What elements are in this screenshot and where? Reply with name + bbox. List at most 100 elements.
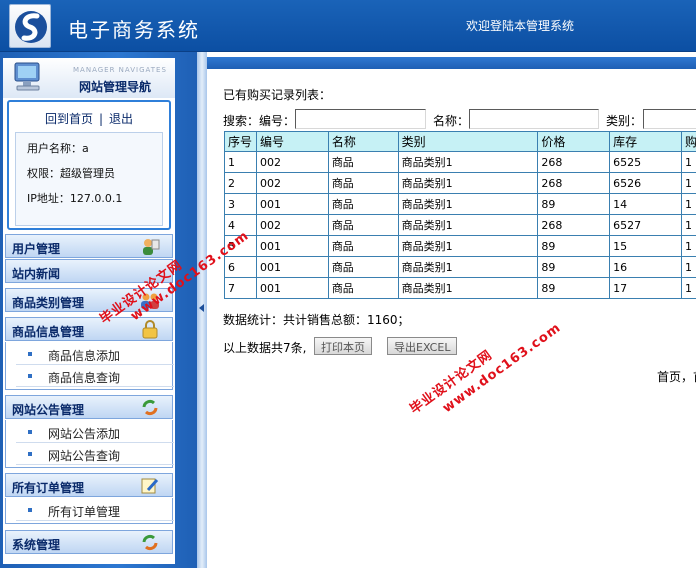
submenu-label: 网站公告添加 [48, 427, 121, 441]
table-cell: 商品 [327, 235, 399, 257]
column-header: 类别 [397, 131, 539, 152]
menu-user-management[interactable]: 用户管理 [5, 234, 173, 258]
menu-label: 系统管理 [12, 538, 61, 552]
table-cell: 商品类别1 [397, 214, 539, 236]
main-content: 已有购买记录列表： 搜索： 编号： 名称： 类别： 序号 编号 名称 类别 价格 库存购 … [207, 52, 696, 568]
table-cell: 1 [681, 235, 696, 257]
submenu-label: 商品信息添加 [48, 349, 121, 363]
table-cell: 3 [224, 193, 257, 215]
export-excel-button[interactable]: 导出EXCEL [387, 337, 458, 355]
table-cell: 1 [681, 172, 696, 194]
table-cell: 1 [681, 277, 696, 299]
table-row[interactable]: 5 001 商品 商品类别1 89 15 1 [224, 235, 696, 257]
table-row[interactable]: 4 002 商品 商品类别1 268 6527 1 [224, 214, 696, 236]
submenu-notice-add[interactable]: 网站公告添加 [16, 422, 174, 443]
table-cell: 6 [224, 256, 257, 278]
table-cell: 商品类别1 [397, 277, 539, 299]
logo-swirl-icon [15, 11, 47, 43]
refresh-icon [142, 534, 158, 551]
table-cell: 商品 [327, 256, 399, 278]
table-cell: 商品类别1 [397, 172, 539, 194]
top-header: 电子商务系统 欢迎登陆本管理系统 [0, 0, 696, 52]
table-cell: 16 [609, 256, 683, 278]
submenu-notice-query[interactable]: 网站公告查询 [16, 444, 174, 465]
table-cell: 商品类别1 [397, 256, 539, 278]
table-row[interactable]: 6 001 商品 商品类别1 89 16 1 [224, 256, 696, 278]
table-row[interactable]: 2 002 商品 商品类别1 268 6526 1 [224, 172, 696, 194]
table-cell: 001 [255, 193, 329, 215]
column-header: 序号 [224, 131, 257, 152]
username-text: 用户名称：a [27, 142, 89, 155]
submenu-product-add[interactable]: 商品信息添加 [16, 344, 174, 365]
bullet-icon [28, 374, 32, 378]
table-cell: 001 [255, 235, 329, 257]
table-cell: 商品 [327, 277, 399, 299]
table-cell: 6526 [609, 172, 683, 194]
table-cell: 268 [537, 172, 611, 194]
role-text: 权限：超级管理员 [27, 167, 115, 180]
table-cell: 6525 [609, 151, 683, 173]
table-cell: 1 [681, 214, 696, 236]
submenu-product-query[interactable]: 商品信息查询 [16, 366, 174, 387]
home-link[interactable]: 回到首页 [45, 112, 93, 126]
menu-label: 用户管理 [12, 242, 61, 256]
submenu-all-orders[interactable]: 所有订单管理 [16, 500, 174, 521]
category-label: 类别： [606, 114, 643, 128]
link-separator: | [98, 112, 104, 126]
product-submenu: 商品信息添加 商品信息查询 [5, 342, 174, 390]
collapse-arrow-icon [199, 304, 204, 312]
sidebar-toggle[interactable] [197, 52, 207, 568]
pagination[interactable]: 首页，首 [657, 368, 696, 385]
logout-link[interactable]: 退出 [109, 112, 133, 126]
category-input[interactable] [643, 109, 696, 129]
table-cell: 商品类别1 [397, 151, 539, 173]
table-cell: 17 [609, 277, 683, 299]
name-input[interactable] [469, 109, 599, 129]
column-header: 名称 [327, 131, 399, 152]
submenu-label: 网站公告查询 [48, 449, 121, 463]
table-cell: 商品 [327, 172, 399, 194]
table-row[interactable]: 7 001 商品 商品类别1 89 17 1 [224, 277, 696, 299]
users-icon [143, 239, 160, 255]
print-button[interactable]: 打印本页 [314, 337, 372, 355]
order-submenu: 所有订单管理 [5, 498, 174, 524]
menu-system-management[interactable]: 系统管理 [5, 530, 173, 554]
table-cell: 89 [537, 277, 611, 299]
table-header-row: 序号 编号 名称 类别 价格 库存购 [224, 131, 696, 152]
menu-notice-management[interactable]: 网站公告管理 [5, 395, 173, 419]
menu-label: 商品信息管理 [12, 325, 85, 339]
user-details: 用户名称：a 权限：超级管理员 IP地址：127.0.0.1 [15, 132, 163, 226]
table-cell: 15 [609, 235, 683, 257]
table-cell: 商品类别1 [397, 235, 539, 257]
menu-label: 商品类别管理 [12, 296, 85, 310]
menu-product-management[interactable]: 商品信息管理 [5, 317, 173, 341]
menu-order-management[interactable]: 所有订单管理 [5, 473, 173, 497]
column-header: 购 [681, 131, 696, 152]
app-title: 电子商务系统 [68, 18, 200, 42]
refresh-icon [142, 399, 158, 416]
table-cell: 89 [537, 235, 611, 257]
table-cell: 7 [224, 277, 257, 299]
bullet-icon [28, 508, 32, 512]
table-row[interactable]: 1 002 商品 商品类别1 268 6525 1 [224, 151, 696, 173]
nav-title: 网站管理导航 [79, 80, 152, 94]
table-cell: 268 [537, 214, 611, 236]
list-title: 已有购买记录列表： [223, 88, 332, 102]
quick-links: 回到首页 | 退出 [9, 110, 169, 127]
edit-icon [141, 478, 159, 494]
column-header: 库存 [609, 131, 683, 152]
table-row[interactable]: 3 001 商品 商品类别1 89 14 1 [224, 193, 696, 215]
computer-icon [14, 62, 40, 91]
table-cell: 商品 [327, 214, 399, 236]
content-top-bar [207, 57, 696, 69]
sales-stats: 数据统计：共计销售总额：1160； [223, 313, 410, 327]
table-cell: 2 [224, 172, 257, 194]
table-cell: 1 [224, 151, 257, 173]
bullet-icon [28, 452, 32, 456]
code-input[interactable] [295, 109, 426, 129]
table-cell: 1 [681, 151, 696, 173]
table-cell: 89 [537, 256, 611, 278]
table-cell: 89 [537, 193, 611, 215]
column-header: 价格 [537, 131, 611, 152]
bullet-icon [28, 430, 32, 434]
